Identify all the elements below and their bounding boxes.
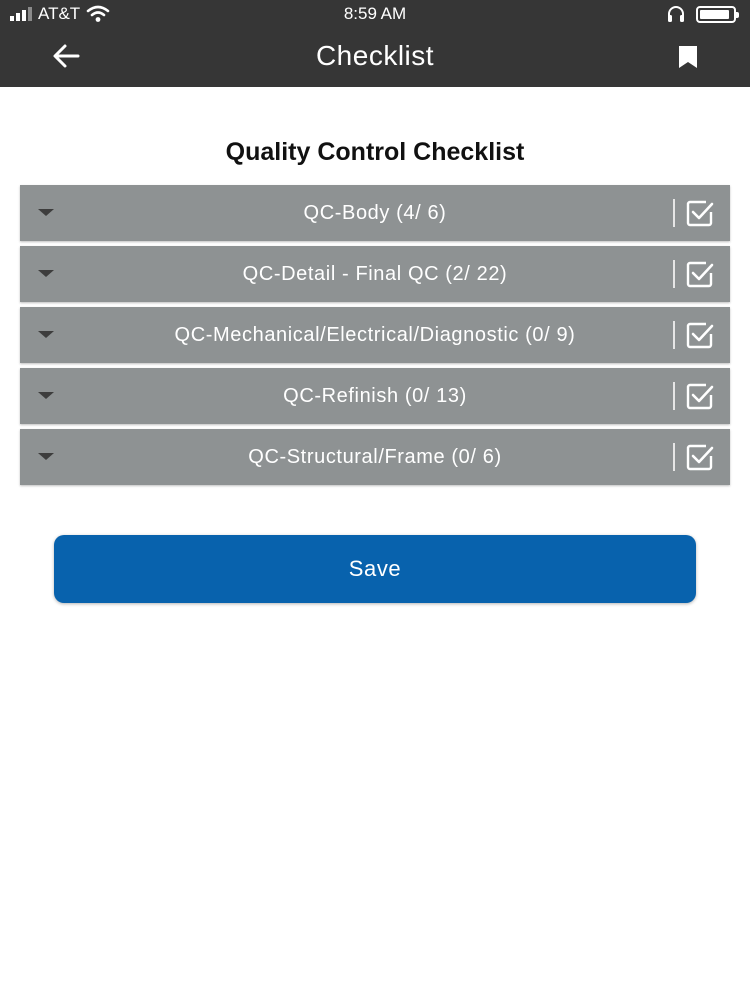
status-right: [666, 5, 739, 23]
app-header: AT&T 8:59 AM Checklist: [0, 0, 750, 87]
section-divider: [673, 199, 675, 227]
caret-down-icon: [38, 331, 54, 338]
status-bar: AT&T 8:59 AM: [0, 0, 750, 28]
save-button[interactable]: Save: [54, 535, 696, 603]
section-divider: [673, 321, 675, 349]
caret-down-icon: [38, 392, 54, 399]
checkbox-checked-icon[interactable]: [686, 260, 714, 288]
caret-down-icon: [38, 270, 54, 277]
checkbox-checked-icon[interactable]: [686, 321, 714, 349]
section-label: QC-Refinish (0/ 13): [283, 385, 467, 407]
status-time: 8:59 AM: [343, 4, 407, 23]
section-label: QC-Body (4/ 6): [303, 202, 447, 224]
section-qc-detail[interactable]: QC-Detail - Final QC (2/ 22): [20, 246, 730, 302]
checkbox-checked-icon[interactable]: [686, 443, 714, 471]
bookmark-icon[interactable]: [676, 44, 700, 70]
page-title: Checklist: [315, 40, 435, 71]
section-qc-body[interactable]: QC-Body (4/ 6): [20, 185, 730, 241]
section-divider: [673, 260, 675, 288]
section-label: QC-Structural/Frame (0/ 6): [248, 446, 502, 468]
section-qc-refinish[interactable]: QC-Refinish (0/ 13): [20, 368, 730, 424]
section-label: QC-Detail - Final QC (2/ 22): [242, 263, 508, 285]
battery-icon: [696, 5, 739, 23]
checkbox-checked-icon[interactable]: [686, 199, 714, 227]
section-divider: [673, 443, 675, 471]
checkbox-checked-icon[interactable]: [686, 382, 714, 410]
section-divider: [673, 382, 675, 410]
checklist-sections: QC-Body (4/ 6) QC-Detail - Final QC (2/ …: [20, 185, 730, 490]
caret-down-icon: [38, 209, 54, 216]
section-qc-mechanical[interactable]: QC-Mechanical/Electrical/Diagnostic (0/ …: [20, 307, 730, 363]
caret-down-icon: [38, 453, 54, 460]
section-qc-structural[interactable]: QC-Structural/Frame (0/ 6): [20, 429, 730, 485]
headphones-icon: [668, 6, 684, 22]
checklist-heading: Quality Control Checklist: [225, 138, 525, 166]
section-label: QC-Mechanical/Electrical/Diagnostic (0/ …: [174, 324, 576, 346]
